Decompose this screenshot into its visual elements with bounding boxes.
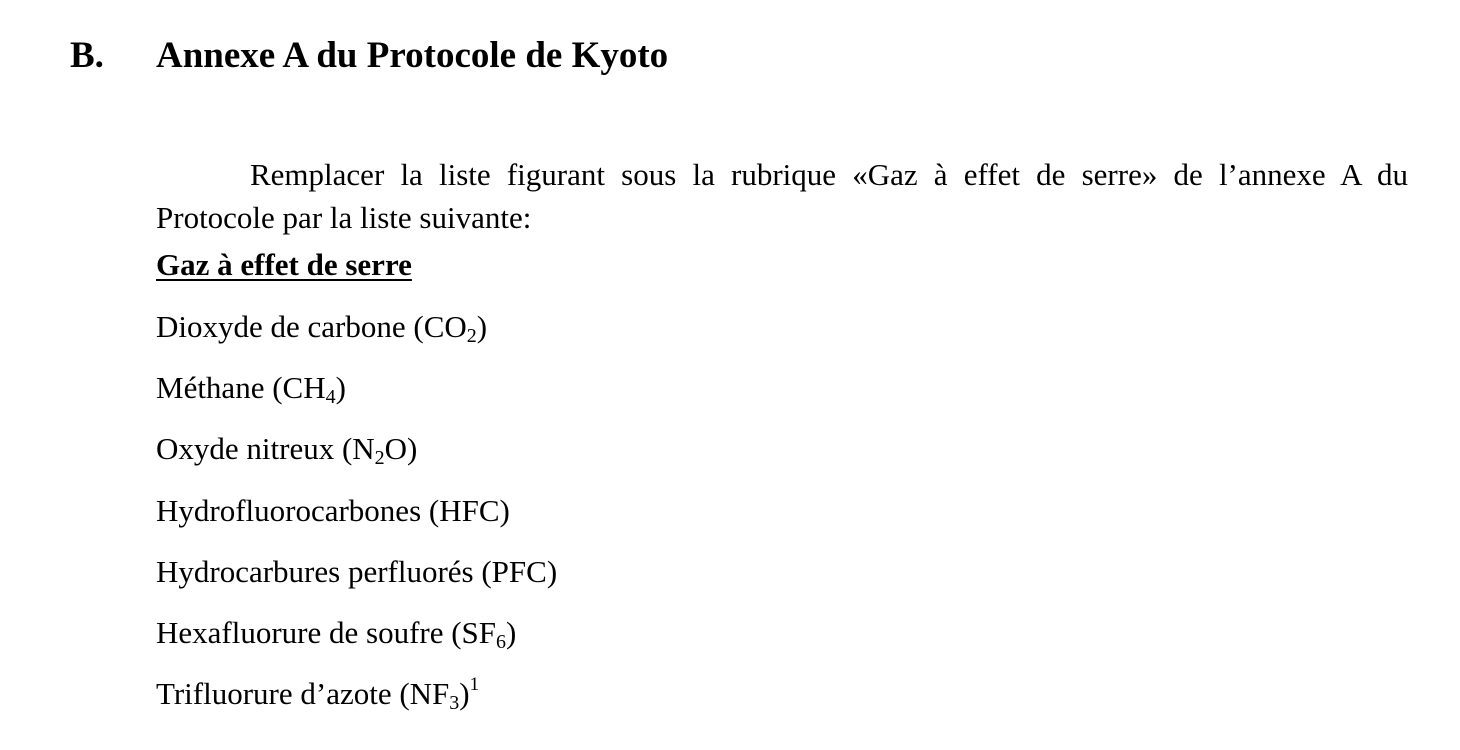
gas-name: Dioxyde de carbone (CO [156, 309, 467, 344]
list-item: Hexafluorure de soufre (SF6) [156, 611, 557, 672]
gas-subscript: 2 [466, 325, 477, 347]
instruction-paragraph: Remplacer la liste figurant sous la rubr… [156, 157, 1408, 235]
gas-name-end: ) [459, 676, 470, 712]
section-title: Annexe A du Protocole de Kyoto [156, 35, 669, 76]
gas-name-end: ) [335, 370, 346, 406]
gas-name: Hydrocarbures perfluorés (PFC) [156, 553, 558, 589]
gas-name: Trifluorure d’azote (NF [156, 676, 450, 712]
list-item: Hydrocarbures perfluorés (PFC) [156, 550, 557, 611]
section-number: B. [70, 35, 104, 76]
gas-name: Méthane (CH [156, 370, 326, 406]
gas-subscript: 6 [496, 630, 507, 653]
gas-name-end: ) [476, 309, 488, 344]
gas-subscript: 3 [449, 692, 460, 715]
gas-name-end: ) [506, 614, 517, 650]
gas-subscript: 2 [374, 447, 385, 470]
gas-name: Hexafluorure de soufre (SF [156, 614, 497, 650]
list-item: Hydrofluorocarbones (HFC) [156, 489, 557, 550]
gas-subscript: 4 [325, 386, 336, 409]
footnote-marker: 1 [469, 674, 480, 696]
list-item: Trifluorure d’azote (NF3)1 [156, 672, 557, 733]
gas-name: Oxyde nitreux (N [156, 431, 375, 467]
list-item: Méthane (CH4) [156, 366, 557, 427]
greenhouse-gas-list: Dioxyde de carbone (CO2) Méthane (CH4) O… [156, 305, 557, 733]
gas-name: Hydrofluorocarbones (HFC) [156, 492, 510, 528]
list-item: Dioxyde de carbone (CO2) [156, 305, 557, 366]
gas-name-end: O) [384, 431, 418, 467]
list-item: Oxyde nitreux (N2O) [156, 427, 557, 488]
list-heading: Gaz à effet de serre [156, 247, 412, 282]
